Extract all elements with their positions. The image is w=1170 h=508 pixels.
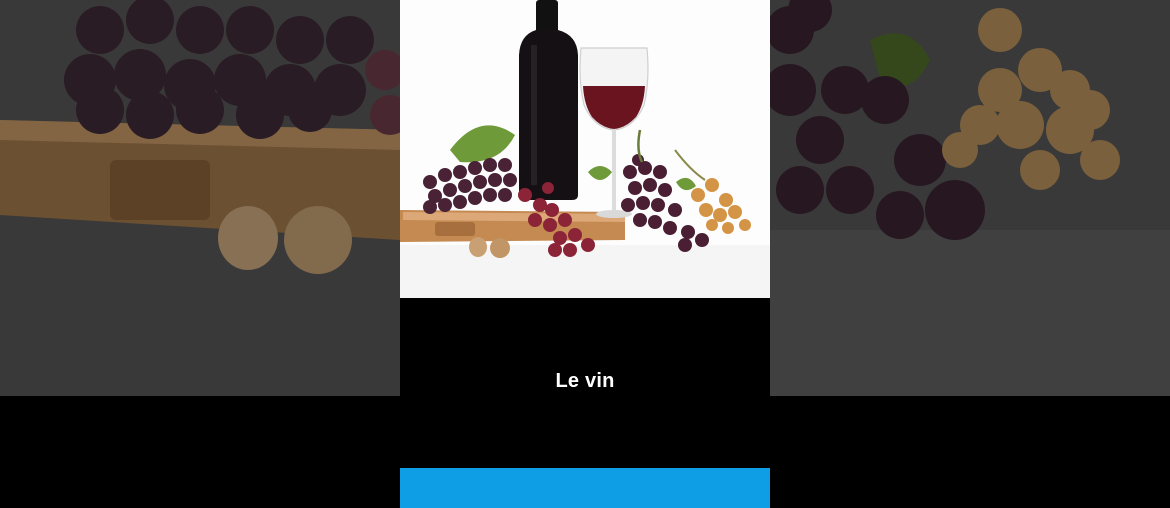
backdrop-left-dim	[0, 0, 400, 396]
backdrop-right-dim	[770, 0, 1170, 396]
wine-image	[400, 0, 770, 298]
backdrop-left	[0, 0, 400, 396]
backdrop-right	[770, 0, 1170, 396]
action-button[interactable]	[400, 468, 770, 508]
video-stage: Le vin	[0, 0, 1170, 508]
video-title: Le vin	[555, 370, 615, 392]
wine-bottle-grapes-icon	[400, 0, 770, 298]
video-card[interactable]: Le vin	[400, 0, 770, 508]
